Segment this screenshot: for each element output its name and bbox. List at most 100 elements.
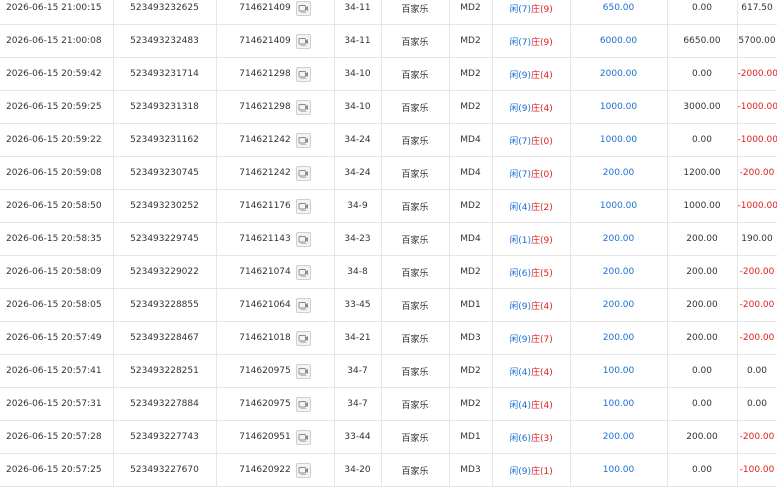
valid-bet-cell: 0.00 xyxy=(667,453,738,487)
video-replay-icon[interactable] xyxy=(295,462,311,478)
table-row: 2026-06-15 21:00:15 523493232625 7146214… xyxy=(0,0,777,25)
table-code-cell: MD2 xyxy=(449,387,493,421)
valid-bet-cell: 6650.00 xyxy=(667,24,738,58)
game-id-cell: 714620922 xyxy=(216,453,335,487)
video-replay-icon[interactable] xyxy=(295,396,311,412)
win-loss-cell: -200.00 xyxy=(737,255,777,289)
shoe-round-cell: 34-20 xyxy=(334,453,382,487)
bet-amount-cell: 200.00 xyxy=(570,288,668,322)
game-id-text: 714620922 xyxy=(239,465,291,475)
result-cell: 闲(7)庄(0) xyxy=(492,123,571,157)
bet-amount-cell: 1000.00 xyxy=(570,123,668,157)
bet-time-cell: 2026-06-15 20:57:28 xyxy=(0,420,114,454)
table-code-cell: MD4 xyxy=(449,156,493,190)
game-id-text: 714621018 xyxy=(239,333,291,343)
game-id-group: 714621242 xyxy=(239,165,311,181)
video-replay-icon[interactable] xyxy=(295,363,311,379)
game-id-group: 714621409 xyxy=(239,33,311,49)
shoe-round-cell: 34-8 xyxy=(334,255,382,289)
banker-result: 庄(4) xyxy=(531,400,553,411)
order-id-cell: 523493231162 xyxy=(113,123,217,157)
table-row: 2026-06-15 20:58:05 523493228855 7146210… xyxy=(0,288,777,322)
game-id-group: 714620975 xyxy=(239,363,311,379)
table-row: 2026-06-15 21:00:08 523493232483 7146214… xyxy=(0,24,777,58)
game-type-cell: 百家乐 xyxy=(381,123,450,157)
valid-bet-cell: 200.00 xyxy=(667,222,738,256)
result-cell: 闲(9)庄(4) xyxy=(492,288,571,322)
player-result: 闲(4) xyxy=(509,202,531,213)
bet-time-cell: 2026-06-15 20:58:35 xyxy=(0,222,114,256)
win-loss-cell: -1000.00 xyxy=(737,123,777,157)
shoe-round-cell: 34-7 xyxy=(334,387,382,421)
video-replay-icon[interactable] xyxy=(295,33,311,49)
valid-bet-cell: 0.00 xyxy=(667,354,738,388)
video-replay-icon[interactable] xyxy=(295,0,311,16)
result-cell: 闲(9)庄(4) xyxy=(492,57,571,91)
game-id-group: 714621064 xyxy=(239,297,311,313)
shoe-round-cell: 33-45 xyxy=(334,288,382,322)
table-row: 2026-06-15 20:59:25 523493231318 7146212… xyxy=(0,90,777,124)
video-replay-icon[interactable] xyxy=(295,264,311,280)
video-replay-icon[interactable] xyxy=(295,165,311,181)
shoe-round-cell: 34-11 xyxy=(334,24,382,58)
bet-amount-cell: 200.00 xyxy=(570,420,668,454)
valid-bet-cell: 200.00 xyxy=(667,288,738,322)
game-id-cell: 714621143 xyxy=(216,222,335,256)
valid-bet-cell: 200.00 xyxy=(667,255,738,289)
table-code-cell: MD3 xyxy=(449,453,493,487)
win-loss-cell: 0.00 xyxy=(737,387,777,421)
game-type-cell: 百家乐 xyxy=(381,222,450,256)
video-replay-icon[interactable] xyxy=(295,66,311,82)
banker-result: 庄(9) xyxy=(531,235,553,246)
video-replay-icon[interactable] xyxy=(295,330,311,346)
game-type-cell: 百家乐 xyxy=(381,387,450,421)
bet-time-cell: 2026-06-15 20:59:25 xyxy=(0,90,114,124)
game-id-cell: 714621176 xyxy=(216,189,335,223)
game-type-cell: 百家乐 xyxy=(381,420,450,454)
table-code-cell: MD2 xyxy=(449,24,493,58)
video-replay-icon[interactable] xyxy=(295,429,311,445)
game-id-cell: 714621298 xyxy=(216,57,335,91)
game-id-text: 714621064 xyxy=(239,300,291,310)
player-result: 闲(7) xyxy=(509,37,531,48)
win-loss-cell: 5700.00 xyxy=(737,24,777,58)
win-loss-cell: 617.50 xyxy=(737,0,777,25)
bet-time-cell: 2026-06-15 20:57:41 xyxy=(0,354,114,388)
bet-time-cell: 2026-06-15 20:59:42 xyxy=(0,57,114,91)
game-id-cell: 714620951 xyxy=(216,420,335,454)
game-id-group: 714621074 xyxy=(239,264,311,280)
bet-amount-cell: 6000.00 xyxy=(570,24,668,58)
result-cell: 闲(6)庄(5) xyxy=(492,255,571,289)
result-cell: 闲(6)庄(3) xyxy=(492,420,571,454)
bet-time-cell: 2026-06-15 20:58:09 xyxy=(0,255,114,289)
banker-result: 庄(5) xyxy=(531,268,553,279)
video-replay-icon[interactable] xyxy=(295,231,311,247)
player-result: 闲(6) xyxy=(509,433,531,444)
win-loss-cell: -100.00 xyxy=(737,453,777,487)
table-code-cell: MD2 xyxy=(449,0,493,25)
video-replay-icon[interactable] xyxy=(295,99,311,115)
result-cell: 闲(9)庄(1) xyxy=(492,453,571,487)
player-result: 闲(9) xyxy=(509,103,531,114)
video-replay-icon[interactable] xyxy=(295,297,311,313)
bet-time-cell: 2026-06-15 20:58:05 xyxy=(0,288,114,322)
order-id-cell: 523493227743 xyxy=(113,420,217,454)
table-code-cell: MD4 xyxy=(449,222,493,256)
player-result: 闲(9) xyxy=(509,334,531,345)
video-replay-icon[interactable] xyxy=(295,198,311,214)
result-cell: 闲(9)庄(4) xyxy=(492,90,571,124)
result-cell: 闲(1)庄(9) xyxy=(492,222,571,256)
bet-amount-cell: 650.00 xyxy=(570,0,668,25)
bet-amount-cell: 1000.00 xyxy=(570,90,668,124)
order-id-cell: 523493232625 xyxy=(113,0,217,25)
order-id-cell: 523493230745 xyxy=(113,156,217,190)
video-replay-icon[interactable] xyxy=(295,132,311,148)
game-id-cell: 714620975 xyxy=(216,387,335,421)
order-id-cell: 523493228251 xyxy=(113,354,217,388)
win-loss-cell: -200.00 xyxy=(737,321,777,355)
order-id-cell: 523493231714 xyxy=(113,57,217,91)
player-result: 闲(9) xyxy=(509,466,531,477)
order-id-cell: 523493227884 xyxy=(113,387,217,421)
game-id-cell: 714621064 xyxy=(216,288,335,322)
game-id-group: 714621176 xyxy=(239,198,311,214)
